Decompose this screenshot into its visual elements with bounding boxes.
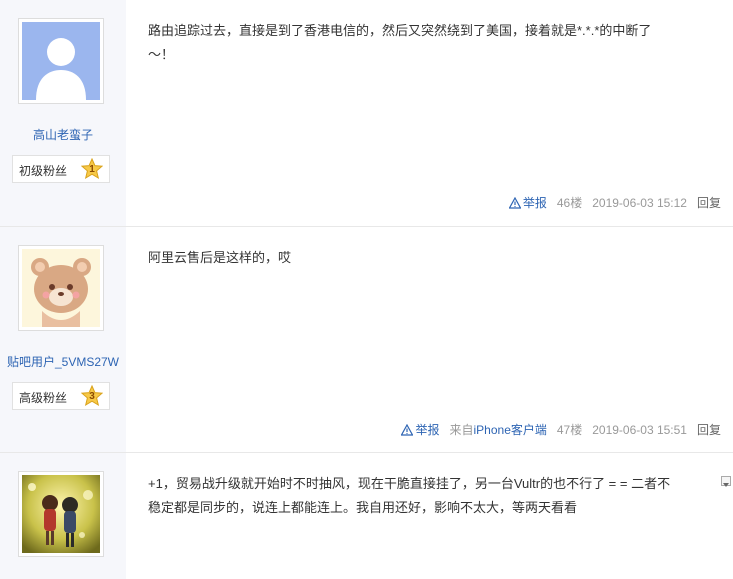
level-number: 3 <box>89 391 95 402</box>
username[interactable]: 高山老蛮子 <box>0 126 126 143</box>
client-prefix: 来自 <box>449 423 474 437</box>
author-sidebar: 贴吧用户_5VMS27W 高级粉丝 3 <box>0 227 126 452</box>
level-badge-box[interactable]: 高级粉丝 3 <box>12 382 110 410</box>
username[interactable]: 贴吧用户_5VMS27W <box>0 353 126 370</box>
post-47: 贴吧用户_5VMS27W 高级粉丝 3 阿里云售后是这样的，哎 举报 来自iPh… <box>0 227 733 452</box>
content-line: +1，贸易战升级就开始时不时抽风，现在干脆直接挂了，另一台Vultr的也不行了 … <box>148 476 671 491</box>
author-sidebar: 高山老蛮子 初级粉丝 1 <box>0 0 126 226</box>
reply-button[interactable]: 回复 <box>697 421 721 438</box>
post-46: 高山老蛮子 初级粉丝 1 路由追踪过去，直接是到了香港电信的，然后又突然绕到了美… <box>0 0 733 226</box>
content-line: 阿里云售后是这样的，哎 <box>148 250 292 265</box>
client-link[interactable]: iPhone客户端 <box>474 423 547 437</box>
post-content: +1，贸易战升级就开始时不时抽风，现在干脆直接挂了，另一台Vultr的也不行了 … <box>148 472 718 520</box>
bear-avatar-icon <box>22 249 100 327</box>
post-tail: 举报 来自iPhone客户端 47楼 2019-06-03 15:51 回复 <box>401 421 721 438</box>
report-link[interactable]: 举报 <box>401 421 439 438</box>
star-level-icon: 3 <box>80 384 104 407</box>
post-time: 2019-06-03 15:12 <box>592 195 687 210</box>
star-level-icon: 1 <box>80 157 104 180</box>
floor-number: 47楼 <box>556 423 583 437</box>
warning-icon <box>508 196 521 209</box>
anime-couple-avatar-icon <box>22 475 100 553</box>
author-sidebar <box>0 453 126 579</box>
report-link[interactable]: 举报 <box>508 194 547 211</box>
post-content: 路由追踪过去，直接是到了香港电信的，然后又突然绕到了美国，接着就是*.*.*的中… <box>148 19 718 67</box>
warning-icon <box>401 423 414 436</box>
post-48: +1，贸易战升级就开始时不时抽风，现在干脆直接挂了，另一台Vultr的也不行了 … <box>0 453 733 579</box>
avatar[interactable] <box>18 18 104 104</box>
level-name: 高级粉丝 <box>19 391 68 405</box>
level-name: 初级粉丝 <box>19 164 68 178</box>
post-content: 阿里云售后是这样的，哎 <box>148 246 718 270</box>
default-user-avatar-icon <box>22 22 100 100</box>
post-tail: 举报 46楼 2019-06-03 15:12 回复 <box>508 194 721 211</box>
content-line: 稳定都是同步的，说连上都能连上。我自用还好，影响不太大，等两天看看 <box>148 500 578 515</box>
floor-number: 46楼 <box>556 196 583 210</box>
level-number: 1 <box>89 164 95 175</box>
content-line: 路由追踪过去，直接是到了香港电信的，然后又突然绕到了美国，接着就是*.*.*的中… <box>148 23 652 38</box>
level-badge-box[interactable]: 初级粉丝 1 <box>12 155 110 183</box>
report-label: 举报 <box>415 423 440 437</box>
post-time: 2019-06-03 15:51 <box>592 422 687 437</box>
avatar[interactable] <box>18 245 104 331</box>
client-source: 来自iPhone客户端 <box>449 421 546 438</box>
content-line: ～！ <box>148 47 175 62</box>
dropdown-arrow-icon[interactable] <box>721 476 731 487</box>
avatar[interactable] <box>18 471 104 557</box>
report-label: 举报 <box>522 196 547 210</box>
reply-button[interactable]: 回复 <box>697 194 721 211</box>
